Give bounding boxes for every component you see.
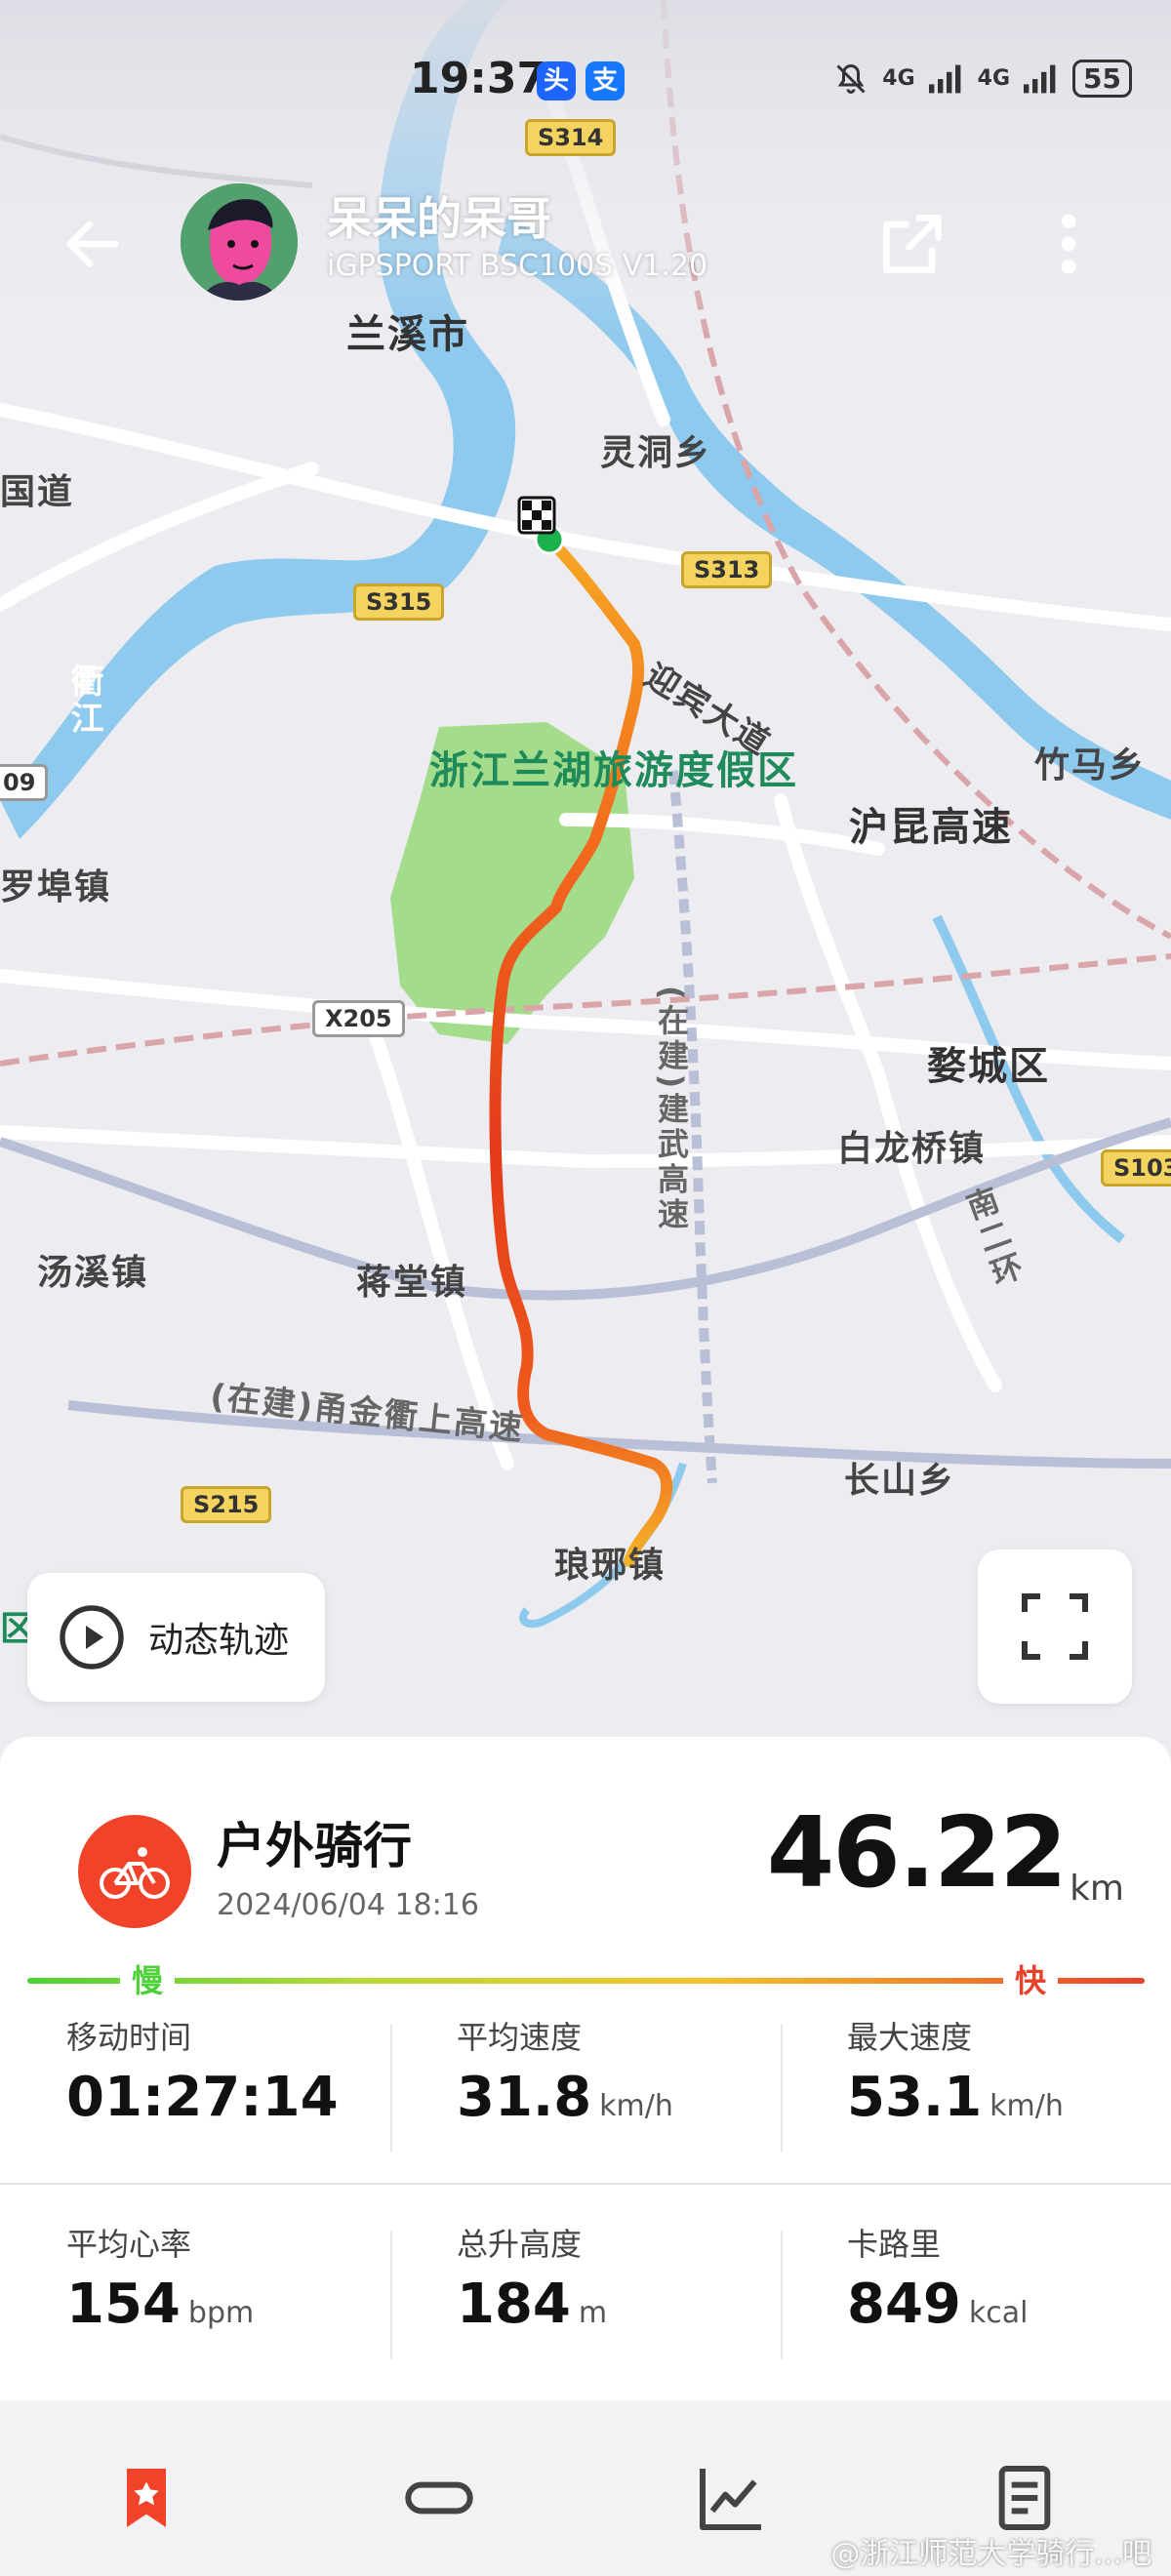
map-label-lanxi: 兰溪市 bbox=[346, 312, 469, 357]
stat-elevation-gain: 总升高度 184 m bbox=[390, 2193, 781, 2388]
map-label-luobu: 罗埠镇 bbox=[0, 867, 112, 907]
speed-gradient-line bbox=[27, 1978, 1145, 1984]
bookmark-icon bbox=[127, 2469, 166, 2527]
network-type-1: 4G bbox=[882, 66, 915, 91]
map-label-langya: 琅琊镇 bbox=[554, 1546, 666, 1586]
stat-value-wrap: 53.1 km/h bbox=[847, 2066, 1171, 2129]
play-icon bbox=[60, 1605, 124, 1670]
stats-row-1: 移动时间 01:27:14 平均速度 31.8 km/h 最大速度 53.1 km/… bbox=[0, 1986, 1171, 2181]
stat-label: 平均速度 bbox=[457, 2019, 583, 2056]
back-button[interactable] bbox=[59, 210, 127, 278]
map-label-jianwu: (在建)建武高速 bbox=[653, 986, 690, 1233]
map-label-guodao: 国道 bbox=[0, 472, 75, 512]
stat-moving-time: 移动时间 01:27:14 bbox=[0, 1986, 390, 2181]
battery-indicator: 55 bbox=[1072, 60, 1132, 98]
share-button[interactable] bbox=[873, 205, 951, 283]
distance-unit: km bbox=[1070, 1869, 1124, 1909]
map-shield-x205: X205 bbox=[312, 1000, 405, 1037]
bicycle-icon bbox=[100, 1847, 170, 1899]
stat-label: 最大速度 bbox=[847, 2019, 973, 2056]
stat-value: 01:27:14 bbox=[66, 2066, 339, 2129]
activity-type-badge bbox=[78, 1815, 191, 1928]
stat-max-speed: 最大速度 53.1 km/h bbox=[781, 1986, 1171, 2181]
top-header: 呆呆的呆哥 iGPSPORT BSC100S V1.20 bbox=[0, 176, 1171, 302]
avatar-image bbox=[181, 183, 298, 301]
tab-details[interactable] bbox=[986, 2459, 1064, 2537]
stat-value: 184 bbox=[457, 2273, 571, 2336]
replay-track-label: 动态轨迹 bbox=[148, 1621, 290, 1661]
stat-label: 移动时间 bbox=[66, 2019, 192, 2056]
stats-divider bbox=[0, 2183, 1171, 2185]
tab-charts[interactable] bbox=[693, 2459, 771, 2537]
stat-avg-speed: 平均速度 31.8 km/h bbox=[390, 1986, 781, 2181]
stat-value-wrap: 31.8 km/h bbox=[457, 2066, 781, 2129]
map-shield-left: 09 bbox=[0, 764, 49, 801]
stat-unit: bpm bbox=[187, 2296, 255, 2330]
fullscreen-button[interactable] bbox=[978, 1550, 1132, 1704]
status-time: 19:37 bbox=[410, 54, 547, 103]
lap-icon bbox=[405, 2481, 473, 2515]
map-label-tangxi: 汤溪镇 bbox=[37, 1253, 149, 1293]
map-shield-s215: S215 bbox=[181, 1486, 272, 1523]
stat-value: 53.1 bbox=[847, 2066, 983, 2129]
chart-icon bbox=[700, 2469, 761, 2530]
map-label-resort: 浙江兰湖旅游度假区 bbox=[429, 746, 796, 795]
stat-avg-heart-rate: 平均心率 154 bpm bbox=[0, 2193, 390, 2388]
back-arrow-icon bbox=[66, 221, 119, 267]
watermark: @浙江师范大学骑行...吧 bbox=[830, 2537, 1151, 2571]
activity-title: 户外骑行 bbox=[217, 1818, 412, 1874]
stat-value-wrap: 154 bpm bbox=[66, 2273, 390, 2336]
signal-icon-1 bbox=[928, 64, 961, 93]
map-label-wucheng: 婺城区 bbox=[927, 1044, 1050, 1089]
stat-value: 31.8 bbox=[457, 2066, 592, 2129]
document-icon bbox=[998, 2466, 1051, 2530]
device-info: iGPSPORT BSC100S V1.20 bbox=[327, 249, 708, 283]
map-label-qujiang: 衢江 bbox=[64, 664, 103, 738]
fullscreen-icon bbox=[1022, 1593, 1088, 1660]
tab-summary[interactable] bbox=[107, 2459, 185, 2537]
map-label-bailongqiao: 白龙桥镇 bbox=[837, 1129, 987, 1169]
signal-icon-2 bbox=[1024, 64, 1056, 93]
map-shield-s313: S313 bbox=[681, 551, 773, 588]
stat-value: 154 bbox=[66, 2273, 181, 2336]
map-label-changshan: 长山乡 bbox=[844, 1461, 956, 1501]
more-icon bbox=[1061, 214, 1076, 274]
mute-icon bbox=[836, 63, 866, 94]
status-app-icon-2: 支 bbox=[586, 61, 625, 101]
stat-value-wrap: 184 m bbox=[457, 2273, 781, 2336]
stat-value: 849 bbox=[847, 2273, 961, 2336]
stat-unit: km/h bbox=[599, 2089, 673, 2123]
user-name: 呆呆的呆哥 bbox=[327, 192, 551, 245]
stat-value-wrap: 849 kcal bbox=[847, 2273, 1171, 2336]
stat-unit: m bbox=[578, 2296, 608, 2330]
stats-row-2: 平均心率 154 bpm 总升高度 184 m 卡路里 849 kcal bbox=[0, 2193, 1171, 2388]
avatar[interactable] bbox=[181, 183, 298, 301]
replay-track-button[interactable]: 动态轨迹 bbox=[27, 1573, 325, 1702]
network-type-2: 4G bbox=[977, 66, 1011, 91]
stat-label: 总升高度 bbox=[457, 2226, 583, 2263]
share-icon bbox=[883, 215, 942, 273]
stat-unit: km/h bbox=[989, 2089, 1064, 2123]
map-shield-s314: S314 bbox=[525, 119, 617, 156]
finish-flag-icon bbox=[517, 496, 556, 535]
tab-laps[interactable] bbox=[400, 2459, 478, 2537]
more-button[interactable] bbox=[1044, 205, 1093, 283]
map-shield-s103: S103 bbox=[1101, 1149, 1171, 1187]
status-app-icon-1: 头 bbox=[537, 61, 576, 101]
activity-summary-panel: 户外骑行 2024/06/04 18:16 46.22 km 慢 快 移动时间 … bbox=[0, 1737, 1171, 2400]
map-label-zhumaxiang: 竹马乡 bbox=[1034, 745, 1147, 785]
stat-label: 卡路里 bbox=[847, 2226, 942, 2263]
stat-calories: 卡路里 849 kcal bbox=[781, 2193, 1171, 2388]
status-bar: 19:37 头 支 4G 4G 55 bbox=[0, 54, 1171, 112]
activity-distance: 46.22 bbox=[766, 1795, 1068, 1910]
stat-unit: kcal bbox=[968, 2296, 1029, 2330]
status-right: 4G 4G 55 bbox=[833, 60, 1132, 98]
activity-date: 2024/06/04 18:16 bbox=[217, 1888, 479, 1922]
map-label-jiangtang: 蒋堂镇 bbox=[356, 1263, 468, 1303]
map-label-lingdong: 灵洞乡 bbox=[600, 433, 712, 473]
stat-label: 平均心率 bbox=[66, 2226, 192, 2263]
map-label-huikun: 沪昆高速 bbox=[849, 805, 1013, 850]
stat-value-wrap: 01:27:14 bbox=[66, 2066, 390, 2129]
map-shield-s315: S315 bbox=[353, 584, 445, 621]
